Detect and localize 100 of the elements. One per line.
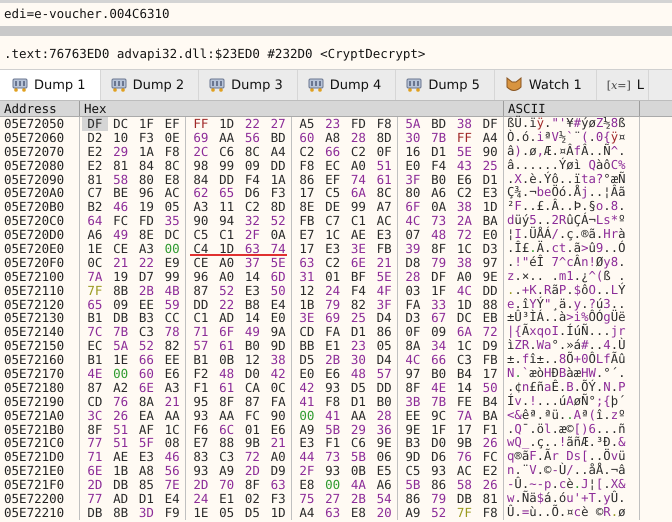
hex-byte[interactable]: 8F bbox=[400, 380, 426, 395]
hex-byte[interactable]: 8D bbox=[371, 130, 397, 145]
hex-byte[interactable]: FB bbox=[294, 214, 320, 228]
hex-byte[interactable]: BD bbox=[265, 130, 291, 145]
hex-byte[interactable]: 09 bbox=[426, 325, 452, 340]
hex-byte[interactable]: 88 bbox=[214, 436, 240, 450]
hex-byte[interactable]: 76 bbox=[108, 394, 134, 409]
hex-byte[interactable]: 78 bbox=[159, 325, 185, 340]
hex-byte[interactable]: D5 bbox=[240, 506, 266, 520]
hex-byte[interactable]: 0B bbox=[214, 353, 240, 368]
hex-byte[interactable]: 6A bbox=[452, 325, 478, 340]
hex-byte[interactable]: 3F bbox=[400, 172, 426, 186]
hex-byte[interactable]: 3C bbox=[82, 408, 108, 423]
hex-byte[interactable]: 7E bbox=[159, 478, 185, 492]
hex-byte[interactable]: 21 bbox=[159, 394, 185, 409]
hex-byte[interactable]: 1D bbox=[477, 200, 503, 214]
hex-byte[interactable]: 7A bbox=[452, 408, 478, 423]
hex-byte[interactable]: 66 bbox=[320, 144, 346, 159]
hex-byte[interactable]: 38 bbox=[452, 256, 478, 270]
hex-byte[interactable]: EB bbox=[477, 311, 503, 326]
hex-byte[interactable]: 8E bbox=[134, 228, 160, 242]
hex-byte[interactable]: 87 bbox=[188, 284, 214, 298]
hex-byte[interactable]: B0 bbox=[426, 172, 452, 186]
hex-byte[interactable]: F4 bbox=[346, 284, 372, 298]
hex-byte[interactable]: 3B bbox=[400, 394, 426, 409]
hex-byte[interactable]: 4E bbox=[82, 367, 108, 381]
hex-byte[interactable]: 46 bbox=[159, 450, 185, 464]
hex-byte[interactable]: 8C bbox=[159, 158, 185, 173]
hex-byte[interactable]: BB bbox=[294, 339, 320, 354]
hex-byte[interactable]: 58 bbox=[108, 172, 134, 186]
hex-byte[interactable]: 9D bbox=[400, 450, 426, 464]
hex-byte[interactable]: A9 bbox=[294, 422, 320, 436]
hex-byte[interactable]: FC bbox=[240, 408, 266, 423]
hex-byte[interactable]: 08 bbox=[159, 436, 185, 450]
hex-byte[interactable]: 1D bbox=[214, 117, 240, 131]
hex-byte[interactable]: 5A bbox=[108, 339, 134, 354]
hex-byte[interactable]: EE bbox=[134, 298, 160, 312]
hex-byte[interactable]: 98 bbox=[188, 158, 214, 173]
hex-byte[interactable]: BA bbox=[477, 408, 503, 423]
hex-byte[interactable]: F4 bbox=[426, 158, 452, 173]
hex-byte[interactable]: AC bbox=[159, 186, 185, 200]
hex-byte[interactable]: 2A bbox=[452, 214, 478, 228]
hex-byte[interactable]: F1 bbox=[477, 422, 503, 436]
hex-byte[interactable]: 93 bbox=[320, 464, 346, 478]
hex-byte[interactable]: A6 bbox=[371, 478, 397, 492]
hex-byte[interactable]: AC bbox=[452, 464, 478, 478]
hex-byte[interactable]: B3 bbox=[400, 436, 426, 450]
hex-byte[interactable]: E2 bbox=[82, 158, 108, 173]
hex-byte[interactable]: 86 bbox=[294, 172, 320, 186]
hex-byte[interactable]: 12 bbox=[294, 284, 320, 298]
hex-byte[interactable]: A0 bbox=[452, 270, 478, 284]
hex-byte[interactable]: 0B bbox=[346, 464, 372, 478]
hex-byte[interactable]: 8B bbox=[108, 284, 134, 298]
hex-byte[interactable]: E3 bbox=[371, 228, 397, 242]
hex-byte[interactable]: 6A bbox=[346, 186, 372, 200]
hex-byte[interactable]: DF bbox=[82, 117, 108, 131]
hex-byte[interactable]: E6 bbox=[320, 367, 346, 381]
hex-byte[interactable]: E4 bbox=[265, 298, 291, 312]
hex-byte[interactable]: 00 bbox=[159, 242, 185, 256]
hex-byte[interactable]: F1 bbox=[188, 380, 214, 395]
hex-byte[interactable]: 38 bbox=[452, 117, 478, 131]
hex-byte[interactable]: 8F bbox=[426, 242, 452, 256]
hex-byte[interactable]: C3 bbox=[452, 353, 478, 368]
hex-byte[interactable]: A5 bbox=[294, 117, 320, 131]
hex-byte[interactable]: DC bbox=[452, 311, 478, 326]
hex-byte[interactable]: 1F bbox=[426, 422, 452, 436]
hex-byte[interactable]: 6C bbox=[214, 422, 240, 436]
hex-byte[interactable]: 42 bbox=[294, 380, 320, 395]
hex-byte[interactable]: 71 bbox=[82, 450, 108, 464]
hex-byte[interactable]: BF bbox=[346, 270, 372, 284]
hex-byte[interactable]: F2 bbox=[188, 367, 214, 381]
hex-byte[interactable]: 6F bbox=[214, 325, 240, 340]
hex-byte[interactable]: 03 bbox=[400, 284, 426, 298]
hex-byte[interactable]: 79 bbox=[426, 492, 452, 506]
hex-byte[interactable]: 07 bbox=[400, 228, 426, 242]
hex-byte[interactable]: 5E bbox=[452, 144, 478, 159]
hex-byte[interactable]: 77 bbox=[82, 492, 108, 506]
hex-byte[interactable]: 8F bbox=[240, 478, 266, 492]
hex-byte[interactable]: AA bbox=[346, 408, 372, 423]
hex-byte[interactable]: F8 bbox=[320, 394, 346, 409]
hex-byte[interactable]: 57 bbox=[371, 367, 397, 381]
hex-byte[interactable]: 87 bbox=[240, 394, 266, 409]
hex-byte[interactable]: C7 bbox=[320, 214, 346, 228]
hex-byte[interactable]: F3 bbox=[265, 186, 291, 200]
hex-byte[interactable]: DB bbox=[452, 492, 478, 506]
hex-byte[interactable]: 1F bbox=[134, 117, 160, 131]
hex-byte[interactable]: A4 bbox=[265, 144, 291, 159]
hex-byte[interactable]: 63 bbox=[294, 256, 320, 270]
hex-byte[interactable]: AD bbox=[108, 492, 134, 506]
hex-byte[interactable]: 8E bbox=[294, 200, 320, 214]
hex-byte[interactable]: B4 bbox=[452, 367, 478, 381]
hex-byte[interactable]: 9A bbox=[265, 325, 291, 340]
hex-byte[interactable]: 10 bbox=[108, 130, 134, 145]
hex-byte[interactable]: 44 bbox=[294, 450, 320, 464]
hex-byte[interactable]: F4 bbox=[240, 172, 266, 186]
hex-byte[interactable]: 5F bbox=[134, 436, 160, 450]
hex-byte[interactable]: 5B bbox=[346, 450, 372, 464]
hex-byte[interactable]: 24 bbox=[320, 284, 346, 298]
hex-byte[interactable]: 77 bbox=[82, 436, 108, 450]
hex-byte[interactable]: 8F bbox=[82, 422, 108, 436]
